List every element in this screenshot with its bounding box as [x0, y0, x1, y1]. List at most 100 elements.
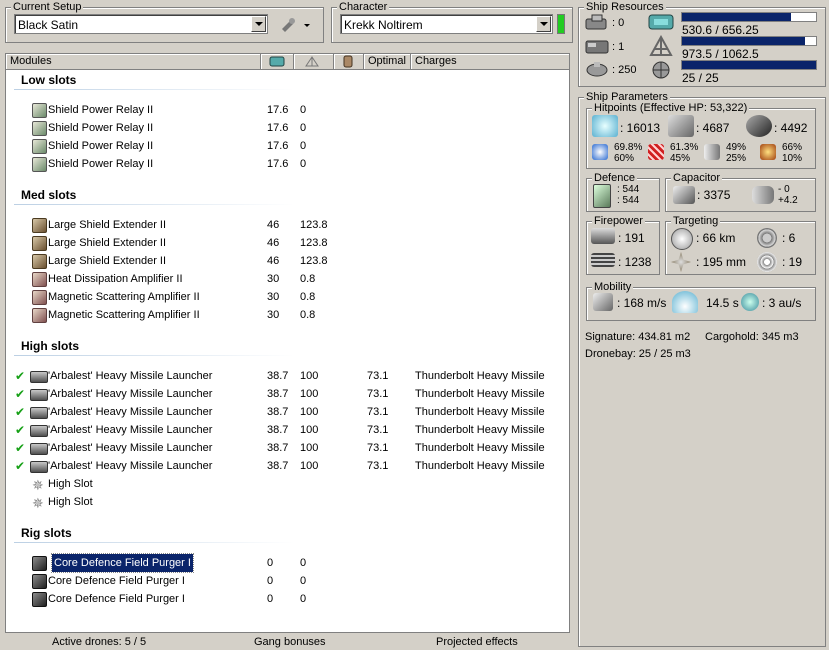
missile-launcher-icon [30, 389, 48, 401]
capacitor-usage: - 0 [778, 184, 790, 195]
module-name: 'Arbalest' Heavy Missile Launcher [48, 424, 213, 436]
module-row[interactable]: ✔ 'Arbalest' Heavy Missile Launcher 38.7 10… [6, 367, 566, 385]
amplifier-icon [32, 272, 47, 287]
module-powergrid: 0 [300, 104, 307, 116]
shield-extender-icon [32, 254, 47, 269]
column-cpu[interactable] [261, 54, 294, 69]
module-row[interactable]: Shield Power Relay II 17.6 0 [6, 137, 566, 155]
hitpoints-title: Hitpoints (Effective HP: 53,322) [592, 102, 750, 114]
module-charge[interactable]: Thunderbolt Heavy Missile [415, 421, 545, 439]
module-charge[interactable]: Thunderbolt Heavy Missile [415, 385, 545, 403]
dronebay-capacity: Dronebay: 25 / 25 m3 [585, 348, 691, 360]
module-row[interactable]: Magnetic Scattering Amplifier II 30 0.8 [6, 306, 566, 324]
module-cpu: 38.7 [267, 388, 289, 400]
section-med-slots: Med slots [21, 188, 77, 202]
module-name: Magnetic Scattering Amplifier II [48, 309, 200, 321]
module-cpu: 0 [267, 593, 274, 605]
module-name: Shield Power Relay II [48, 104, 154, 116]
module-cpu: 17.6 [267, 122, 289, 134]
online-check-icon[interactable]: ✔ [15, 439, 25, 457]
turret-hardpoint-icon [585, 14, 607, 30]
module-row[interactable]: ✔ 'Arbalest' Heavy Missile Launcher 38.7 10… [6, 421, 566, 439]
module-cpu: 46 [267, 237, 280, 249]
shield-power-relay-icon [32, 103, 47, 118]
turret-hardpoints: : 0 [612, 17, 625, 29]
column-optimal[interactable]: Optimal [364, 54, 411, 69]
module-row[interactable]: Shield Power Relay II 17.6 0 [6, 101, 566, 119]
module-list[interactable]: Modules Optimal Charges Low slots Med sl… [5, 53, 570, 633]
module-name: Core Defence Field Purger I [48, 575, 185, 587]
module-row[interactable]: Shield Power Relay II 17.6 0 [6, 119, 566, 137]
module-row[interactable]: ✔ 'Arbalest' Heavy Missile Launcher 38.7 10… [6, 457, 566, 475]
module-row[interactable]: Core Defence Field Purger I 0 0 [6, 572, 566, 590]
module-charge[interactable]: Thunderbolt Heavy Missile [415, 457, 545, 475]
launcher-hardpoint-icon [585, 40, 609, 54]
setup-tools-button[interactable] [278, 16, 312, 34]
shield-power-relay-icon [32, 139, 47, 154]
module-row[interactable]: ✔ 'Arbalest' Heavy Missile Launcher 38.7 10… [6, 439, 566, 457]
module-row[interactable]: Heat Dissipation Amplifier II 30 0.8 [6, 270, 566, 288]
module-powergrid: 0 [300, 158, 307, 170]
module-row[interactable]: Magnetic Scattering Amplifier II 30 0.8 [6, 288, 566, 306]
missile-launcher-icon [30, 443, 48, 455]
column-modules[interactable]: Modules [6, 54, 261, 69]
module-charge[interactable]: Thunderbolt Heavy Missile [415, 367, 545, 385]
online-check-icon[interactable]: ✔ [15, 403, 25, 421]
module-powergrid: 0.8 [300, 291, 316, 303]
velocity-icon [593, 293, 613, 311]
module-row[interactable]: Core Defence Field Purger I 0 0 [6, 553, 566, 573]
active-drones-button[interactable]: Active drones: 5 / 5 [52, 635, 146, 650]
module-optimal: 73.1 [367, 424, 389, 436]
defence-value-2: : 544 [617, 195, 640, 206]
module-row[interactable]: Shield Power Relay II 17.6 0 [6, 155, 566, 173]
module-cpu: 46 [267, 255, 280, 267]
module-charge[interactable]: Thunderbolt Heavy Missile [415, 403, 545, 421]
module-powergrid: 100 [300, 406, 319, 418]
calibration-usage: 25 / 25 [682, 71, 719, 85]
gang-bonuses-button[interactable]: Gang bonuses [254, 635, 326, 650]
kinetic-resist-icon [704, 144, 720, 160]
drone-capacity-icon [586, 62, 608, 77]
column-ammo[interactable] [334, 54, 364, 69]
chevron-down-icon[interactable] [251, 16, 266, 32]
module-name: 'Arbalest' Heavy Missile Launcher [48, 406, 213, 418]
module-row[interactable]: Large Shield Extender II 46 123.8 [6, 234, 566, 252]
em-resist-icon [592, 144, 608, 160]
empty-high-slot[interactable]: ✵ High Slot [6, 475, 566, 493]
online-check-icon[interactable]: ✔ [15, 421, 25, 439]
empty-high-slot[interactable]: ✵ High Slot [6, 493, 566, 511]
projected-effects-button[interactable]: Projected effects [436, 635, 518, 650]
max-targets-icon [757, 228, 777, 248]
module-row[interactable]: Core Defence Field Purger I 0 0 [6, 590, 566, 608]
max-velocity: : 168 m/s [617, 296, 667, 310]
module-cpu: 17.6 [267, 140, 289, 152]
capacitor-icon [673, 186, 695, 204]
missile-launcher-icon [30, 407, 48, 419]
module-cpu: 0 [267, 575, 274, 587]
column-powergrid[interactable] [294, 54, 334, 69]
module-row[interactable]: Large Shield Extender II 46 123.8 [6, 216, 566, 234]
module-charge[interactable]: Thunderbolt Heavy Missile [415, 439, 545, 457]
scan-resolution: : 195 mm [696, 255, 747, 269]
section-rig-slots: Rig slots [21, 526, 72, 540]
online-check-icon[interactable]: ✔ [15, 367, 25, 385]
column-charges[interactable]: Charges [411, 54, 569, 69]
cpu-bar-fill [682, 13, 791, 21]
section-divider [14, 542, 294, 543]
module-row[interactable]: Large Shield Extender II 46 123.8 [6, 252, 566, 270]
cpu-icon [269, 56, 285, 67]
character-select[interactable]: Krekk Noltirem [340, 14, 553, 34]
section-divider [14, 355, 294, 356]
module-powergrid: 0 [300, 140, 307, 152]
module-name: 'Arbalest' Heavy Missile Launcher [48, 442, 213, 454]
amplifier-icon [32, 308, 47, 323]
setup-select[interactable]: Black Satin [14, 14, 268, 34]
module-row[interactable]: ✔ 'Arbalest' Heavy Missile Launcher 38.7 10… [6, 403, 566, 421]
chevron-down-icon[interactable] [536, 16, 551, 32]
module-row[interactable]: ✔ 'Arbalest' Heavy Missile Launcher 38.7 10… [6, 385, 566, 403]
module-powergrid: 123.8 [300, 237, 328, 249]
online-check-icon[interactable]: ✔ [15, 385, 25, 403]
calibration-icon [652, 61, 670, 79]
empty-slot-label: High Slot [48, 496, 93, 508]
online-check-icon[interactable]: ✔ [15, 457, 25, 475]
